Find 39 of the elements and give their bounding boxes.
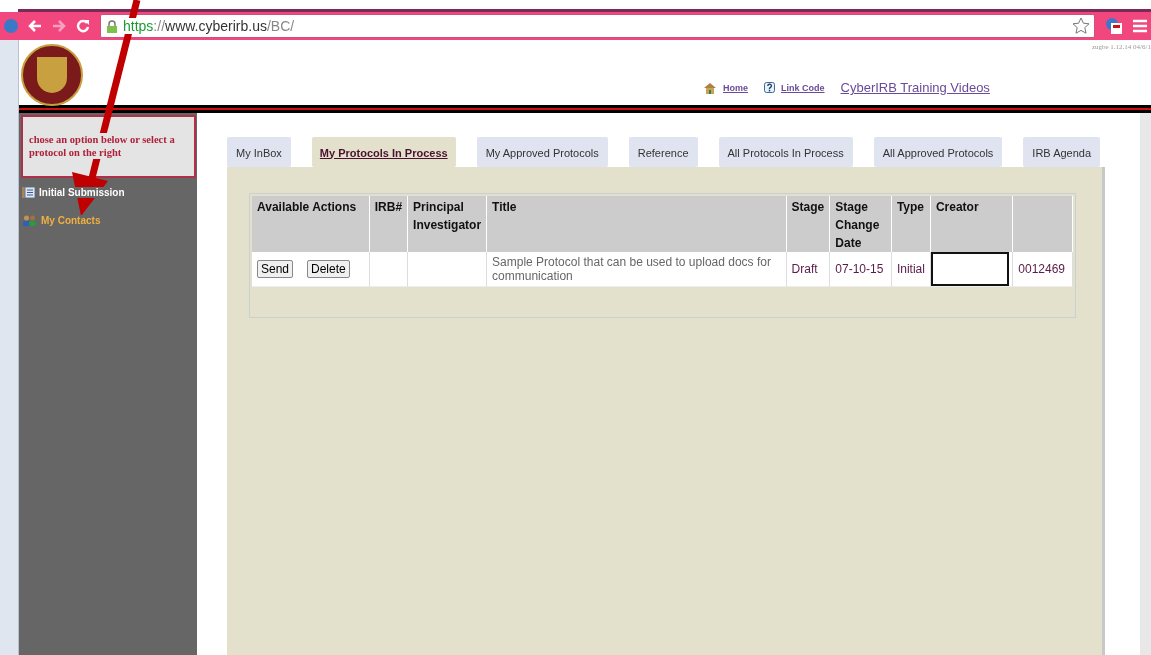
table-cell: Draft <box>786 252 831 287</box>
column-header: Available Actions <box>252 196 370 252</box>
form-icon <box>22 187 35 198</box>
table-cell: Sample Protocol that can be used to upload docs for communication <box>487 252 787 287</box>
forward-icon[interactable] <box>52 19 66 33</box>
tab[interactable]: Reference <box>628 137 698 167</box>
sidebar-item[interactable]: Initial Submission <box>22 185 197 200</box>
star-icon[interactable] <box>1072 17 1090 35</box>
tab[interactable]: My Protocols In Process <box>311 137 456 167</box>
lock-icon <box>107 19 117 33</box>
send-button[interactable]: Send <box>257 260 294 278</box>
home-link[interactable]: Home <box>723 82 748 93</box>
back-icon[interactable] <box>28 19 42 33</box>
column-header: Type <box>891 196 931 252</box>
tab[interactable]: All Protocols In Process <box>718 137 853 167</box>
people-icon <box>22 215 37 226</box>
column-header: IRB# <box>369 196 409 252</box>
menu-icon[interactable] <box>1133 19 1147 33</box>
table-cell: 0012469 <box>1013 252 1073 287</box>
address-bar[interactable]: https://www.cyberirb.us/BC/ <box>100 14 1095 38</box>
column-header: Stage <box>786 196 831 252</box>
training-videos-link[interactable]: CyberIRB Training Videos <box>840 80 990 95</box>
tab[interactable]: All Approved Protocols <box>873 137 1003 167</box>
table-cell: 07-10-15 <box>830 252 892 287</box>
table-cell: Initial <box>891 252 931 287</box>
delete-button[interactable]: Delete <box>307 260 350 278</box>
column-header: Principal Investigator <box>408 196 488 252</box>
scrollbar[interactable] <box>1140 113 1151 655</box>
column-header: Stage Change Date <box>830 196 892 252</box>
reload-icon[interactable] <box>76 19 90 33</box>
help-link[interactable]: Link Code <box>781 82 825 93</box>
pdf-extension-icon[interactable] <box>1105 17 1123 35</box>
tab[interactable]: My Approved Protocols <box>476 137 608 167</box>
column-header: Creator <box>930 196 1014 252</box>
column-header: Title <box>487 196 787 252</box>
tab[interactable]: IRB Agenda <box>1023 137 1101 167</box>
house-icon <box>703 81 717 94</box>
url-text: https://www.cyberirb.us/BC/ <box>123 18 295 34</box>
tab[interactable]: My InBox <box>227 137 291 167</box>
